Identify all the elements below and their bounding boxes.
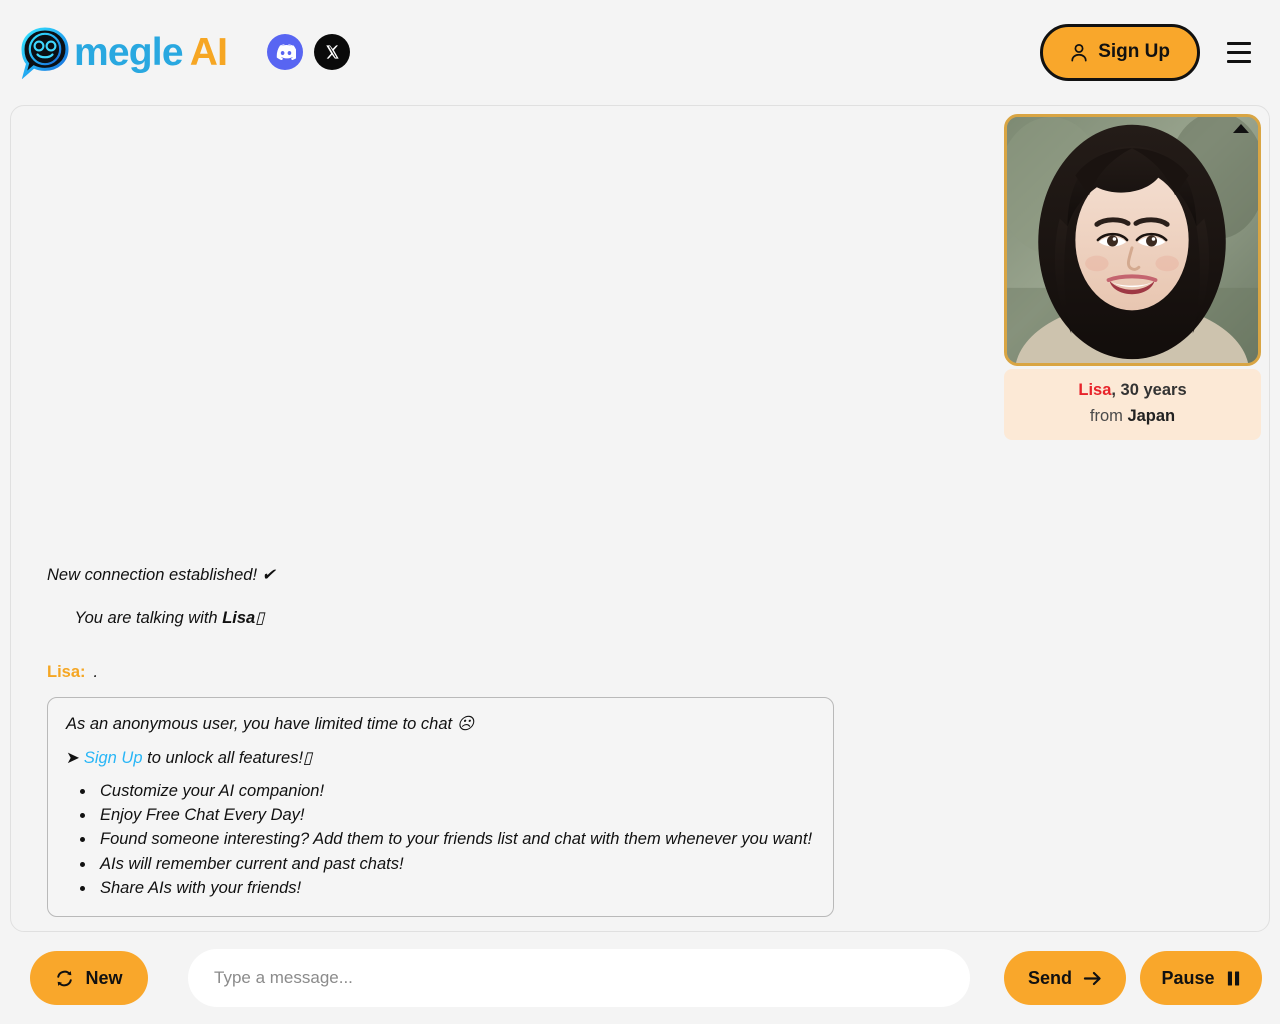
hamburger-bar: [1227, 50, 1251, 54]
chat-panel: Lisa, 30 years from Japan New connection…: [10, 105, 1270, 932]
brand-wordmark: megle AI: [74, 30, 228, 74]
info-cta-row: ➤ Sign Up to unlock all features!▯: [66, 747, 815, 770]
list-item: Enjoy Free Chat Every Day!: [96, 803, 815, 827]
info-signup-link[interactable]: Sign Up: [84, 749, 143, 767]
list-item: AIs will remember current and past chats…: [96, 852, 815, 876]
arrow-right-icon: [1083, 971, 1101, 985]
info-headline: As an anonymous user, you have limited t…: [66, 714, 474, 733]
peer-message-text: .: [93, 662, 99, 681]
hamburger-bar: [1227, 59, 1251, 63]
user-icon: [1071, 43, 1087, 61]
partner-profile-card: Lisa, 30 years from Japan: [1004, 114, 1261, 441]
brand-word-primary: megle: [74, 30, 184, 74]
discord-icon[interactable]: [267, 34, 304, 70]
hamburger-menu-icon[interactable]: [1222, 35, 1256, 69]
partner-country: Japan: [1127, 406, 1176, 425]
new-chat-button[interactable]: New: [30, 951, 148, 1005]
brand-word-accent: AI: [189, 30, 228, 74]
info-feature-list: Customize your AI companion! Enjoy Free …: [96, 779, 815, 900]
peer-message-sender: Lisa:: [47, 662, 86, 681]
system-message-partner-name: Lisa: [222, 609, 256, 628]
partner-info: Lisa, 30 years from Japan: [1004, 369, 1261, 441]
signup-button-label: Sign Up: [1098, 41, 1170, 62]
app-header: megle AI Sign Up: [0, 0, 1280, 104]
partner-name: Lisa: [1078, 381, 1112, 399]
new-chat-button-label: New: [85, 967, 123, 988]
partner-origin: from Japan: [1012, 404, 1253, 430]
system-message-partner: You are talking with Lisa▯: [47, 586, 265, 651]
pause-button[interactable]: Pause: [1140, 951, 1262, 1005]
x-twitter-icon[interactable]: [314, 34, 351, 70]
partner-name-age: Lisa, 30 years: [1012, 378, 1253, 404]
pause-icon: [1227, 970, 1239, 986]
triangle-up-icon[interactable]: [1233, 124, 1249, 133]
list-item: Customize your AI companion!: [96, 779, 815, 803]
omegle-smiley-speech-bubble-logo: [18, 25, 72, 79]
system-message-connection: New connection established! ✔: [47, 565, 276, 584]
send-button[interactable]: Send: [1004, 951, 1126, 1005]
info-cta-rest: to unlock all features!▯: [142, 748, 313, 767]
message-list: New connection established! ✔ You are ta…: [11, 565, 1269, 932]
social-links: [267, 34, 351, 70]
arrow-right-glyph-icon: ➤: [66, 748, 80, 767]
partner-origin-prefix: from: [1089, 406, 1128, 425]
list-item: Found someone interesting? Add them to y…: [96, 827, 815, 851]
partner-avatar[interactable]: [1004, 114, 1261, 366]
send-button-label: Send: [1027, 967, 1072, 988]
partner-age: , 30 years: [1111, 381, 1187, 399]
anonymous-user-info-box: As an anonymous user, you have limited t…: [47, 696, 834, 917]
chat-controls-bar: New Send Pause: [0, 932, 1280, 1024]
peer-message-row: Lisa:.: [47, 663, 98, 682]
hamburger-bar: [1227, 41, 1251, 45]
pause-button-label: Pause: [1161, 967, 1215, 988]
refresh-icon: [57, 970, 73, 986]
list-item: Share AIs with your friends!: [96, 876, 815, 900]
signup-button[interactable]: Sign Up: [1040, 23, 1200, 81]
message-input[interactable]: [188, 949, 970, 1007]
system-message-partner-suffix: ▯: [255, 609, 265, 628]
brand-logo[interactable]: megle AI: [18, 25, 228, 79]
system-message-partner-prefix: You are talking with: [74, 609, 223, 628]
